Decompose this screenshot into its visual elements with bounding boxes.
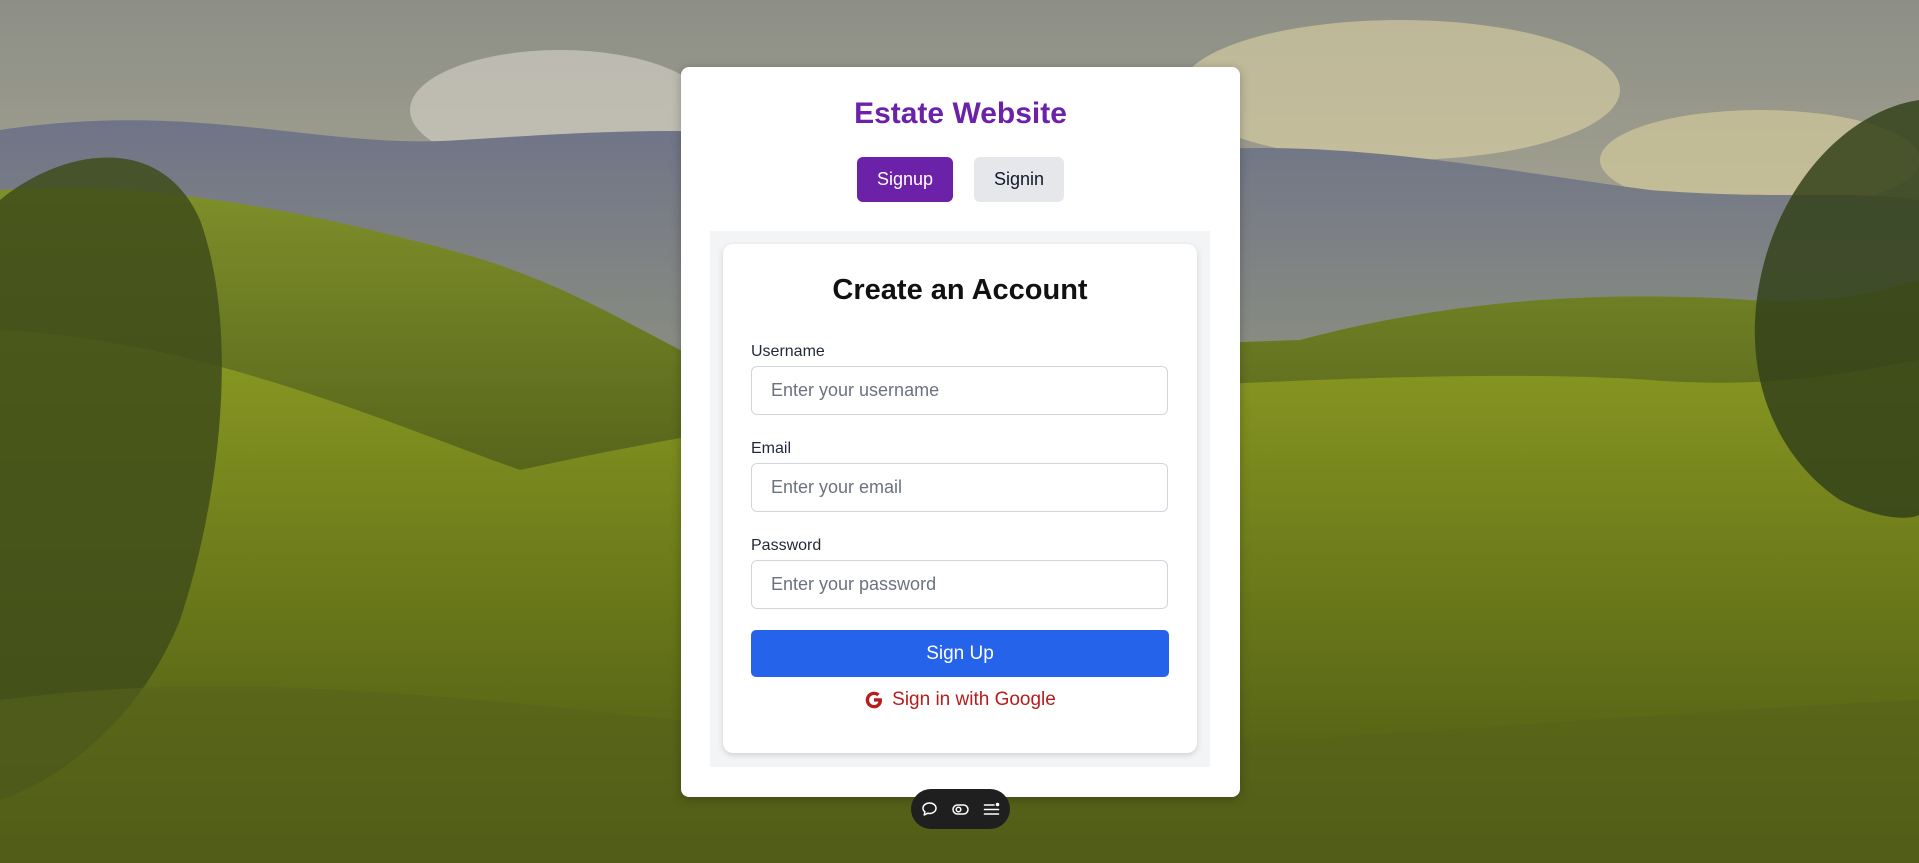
tab-signup[interactable]: Signup [857, 157, 953, 202]
form-heading: Create an Account [832, 274, 1088, 306]
signup-card: Create an Account Username Email Passwor… [723, 244, 1197, 753]
password-label: Password [751, 537, 822, 554]
auth-panel: Estate Website Signup Signin Create an A… [681, 67, 1240, 797]
menu-icon[interactable] [981, 799, 1002, 820]
tab-signin[interactable]: Signin [974, 157, 1064, 202]
auth-tabs: Signup Signin [681, 157, 1240, 202]
username-input[interactable] [751, 366, 1168, 415]
toggle-icon[interactable] [950, 799, 971, 820]
email-label: Email [751, 440, 792, 457]
form-area: Create an Account Username Email Passwor… [710, 231, 1210, 767]
site-title: Estate Website [854, 97, 1067, 130]
username-label: Username [751, 343, 825, 360]
google-icon [864, 690, 884, 710]
email-input[interactable] [751, 463, 1168, 512]
comment-icon[interactable] [919, 799, 940, 820]
password-input[interactable] [751, 560, 1168, 609]
google-signin-link[interactable]: Sign in with Google [723, 689, 1197, 711]
floating-toolbar [911, 789, 1010, 829]
google-signin-label: Sign in with Google [892, 689, 1056, 710]
sign-up-button[interactable]: Sign Up [751, 630, 1169, 677]
